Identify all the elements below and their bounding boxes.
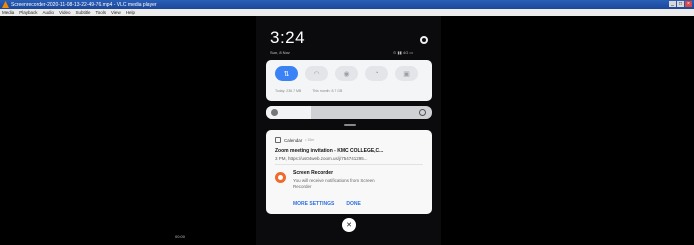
status-icons: ⊙ ▮▮ 4G ▭ [393, 50, 414, 55]
bell-icon[interactable]: ◔ [365, 66, 388, 81]
menu-audio[interactable]: Audio [43, 10, 55, 15]
screen-icon[interactable]: ▣ [395, 66, 418, 81]
close-button[interactable]: × [685, 1, 692, 7]
recorder-title: Screen Recorder [293, 170, 334, 176]
calendar-header: Calendar • 15m [275, 137, 314, 143]
brightness-low-icon [271, 109, 278, 116]
wifi-icon[interactable]: ◠ [305, 66, 328, 81]
calendar-title: Zoom meeting invitation - KMC COLLEGE,C.… [275, 148, 384, 154]
data-today: Today: 236.7 MB [275, 89, 302, 93]
notification-actions: MORE SETTINGS DONE [293, 201, 361, 207]
menu-tools[interactable]: Tools [96, 10, 107, 15]
brightness-slider[interactable] [266, 106, 432, 119]
done-button[interactable]: DONE [346, 201, 360, 207]
quick-settings-row: ⇅ ◠ ◉ ◔ ▣ [275, 66, 418, 81]
menu-view[interactable]: View [111, 10, 121, 15]
screen-recorder-icon [275, 172, 286, 183]
menu-media[interactable]: Media [2, 10, 14, 15]
brightness-high-icon [419, 109, 426, 116]
minimize-button[interactable]: _ [669, 1, 676, 7]
menu-subtitle[interactable]: Subtitle [75, 10, 90, 15]
phone-screen: 3:24 Sun, 8 Nov ⊙ ▮▮ 4G ▭ ⇅ ◠ ◉ ◔ ▣ Toda… [256, 16, 441, 245]
window-controls: _ □ × [669, 1, 692, 7]
more-settings-button[interactable]: MORE SETTINGS [293, 201, 334, 207]
divider [275, 164, 423, 165]
quick-settings-panel: ⇅ ◠ ◉ ◔ ▣ Today: 236.7 MB This month: 8.… [266, 60, 432, 101]
calendar-icon [275, 137, 281, 143]
data-month: This month: 8.7 GB [312, 89, 343, 93]
timestamp-label: 00:00 [175, 234, 186, 239]
menu-bar: Media Playback Audio Video Subtitle Tool… [0, 9, 694, 16]
clock: 3:24 [270, 28, 306, 47]
gear-icon[interactable] [420, 36, 428, 44]
date: Sun, 8 Nov [270, 50, 290, 55]
video-area[interactable]: 3:24 Sun, 8 Nov ⊙ ▮▮ 4G ▭ ⇅ ◠ ◉ ◔ ▣ Toda… [0, 16, 694, 245]
calendar-app-name: Calendar [284, 137, 303, 143]
recorder-body: You will receive notifications from Scre… [293, 178, 375, 189]
clear-notifications-button[interactable]: ✕ [342, 218, 356, 232]
menu-playback[interactable]: Playback [19, 10, 37, 15]
data-icon[interactable]: ⇅ [275, 66, 298, 81]
calendar-body: 3 PM, https://us04web.zoom.us/j/75474129… [275, 156, 368, 161]
menu-help[interactable]: Help [126, 10, 135, 15]
data-usage: Today: 236.7 MB This month: 8.7 GB [275, 89, 352, 93]
vlc-cone-icon [2, 1, 9, 8]
drag-handle[interactable] [344, 124, 356, 126]
window-title: Screenrecorder-2020-11-08-13-22-49-76.mp… [11, 1, 157, 8]
title-bar: Screenrecorder-2020-11-08-13-22-49-76.mp… [0, 0, 694, 9]
menu-video[interactable]: Video [59, 10, 70, 15]
notification-card[interactable]: Calendar • 15m Zoom meeting invitation -… [266, 130, 432, 214]
torch-icon[interactable]: ◉ [335, 66, 358, 81]
calendar-time: • 15m [305, 138, 315, 142]
maximize-button[interactable]: □ [677, 1, 684, 7]
